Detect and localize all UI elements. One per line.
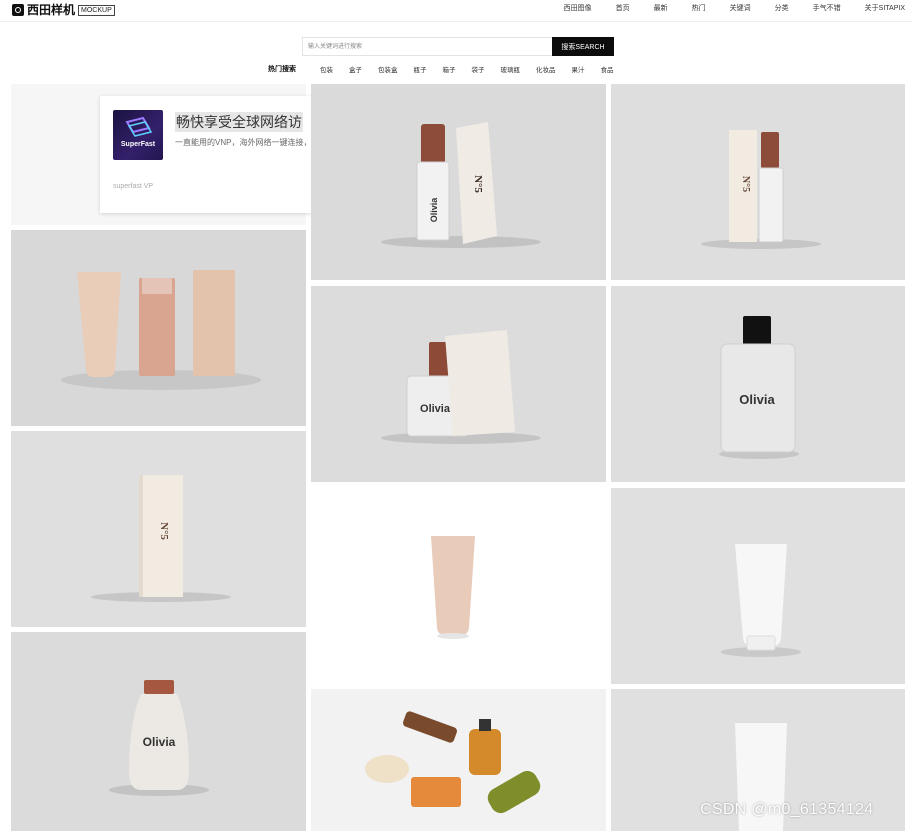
olivia-label: Olivia [143,735,176,749]
ad-source: superfast VP [113,183,154,190]
hot-tag-juice[interactable]: 果汁 [572,64,585,74]
tube-bottle-box-image [11,230,306,426]
nav-item-sitapix-images[interactable]: 西田图像 [564,4,592,14]
no5-label: N°5 [740,176,751,192]
ad-title: 畅快享受全球网络访 [175,112,303,132]
hot-tag-packaging[interactable]: 包装 [320,64,333,74]
mockup-tile-olivia-bottle[interactable]: Olivia [11,632,306,831]
nav-item-lucky[interactable]: 手气不错 [813,4,841,14]
hot-search: 热门搜索 包装 盒子 包装盒 瓶子 箱子 袋子 玻璃瓶 化妆品 果汁 食品 [268,64,630,74]
ad-description: 一直能用的VNP，海外网络一键连接， [175,138,312,147]
olivia-bottle-image: Olivia [11,632,306,831]
no5-label: N°5 [472,175,484,193]
nav-item-latest[interactable]: 最新 [654,4,668,14]
superfast-logo-icon [125,116,153,137]
search-input[interactable] [302,37,552,56]
top-bar: 西田样机 MOCKUP 西田图像 首页 最新 热门 关键词 分类 手气不错 关于… [0,0,912,22]
hot-tag-cosmetics[interactable]: 化妆品 [536,64,556,74]
nav-item-categories[interactable]: 分类 [775,4,789,14]
hot-tag-case[interactable]: 箱子 [443,64,456,74]
tube-white-image [311,488,606,684]
olivia-label: Olivia [739,392,775,407]
ad-tile: SuperFast 畅快享受全球网络访 一直能用的VNP，海外网络一键连接， s… [11,84,320,225]
no5-label: N°5 [158,522,170,540]
perfume-and-box-image: Olivia N°5 [311,84,606,280]
hot-search-label: 热门搜索 [268,66,296,73]
no5-box-image: N°5 [11,431,306,627]
site-logo[interactable]: 西田样机 MOCKUP [12,3,115,17]
perfume-flat-image: Olivia [311,286,606,482]
superfast-logo: SuperFast [113,110,163,160]
search-button[interactable]: 搜索SEARCH [552,37,614,56]
nav-item-popular[interactable]: 热门 [692,4,706,14]
mockup-tile-tube-white[interactable] [311,488,606,684]
olivia-glass-image: Olivia [611,286,905,482]
mockup-tile-perfume-box-right[interactable]: N°5 [611,84,905,280]
nav-item-home[interactable]: 首页 [616,4,630,14]
mockup-tile-white-tube-upright[interactable] [611,488,905,684]
hot-tag-box[interactable]: 盒子 [349,64,362,74]
main-nav: 西田图像 首页 最新 热门 关键词 分类 手气不错 关于SITAPIX [540,4,905,14]
hot-tag-food[interactable]: 食品 [601,64,614,74]
mockup-tile-perfume-flat[interactable]: Olivia [311,286,606,482]
hot-tag-bag[interactable]: 袋子 [472,64,485,74]
mockup-tile-tube-bottle-box[interactable] [11,230,306,426]
hot-tag-package-box[interactable]: 包装盒 [378,64,398,74]
mockup-tile-cosmetics-set[interactable] [311,689,606,831]
logo-text: 西田样机 [27,3,76,17]
cosmetics-set-image [311,689,606,831]
hot-tag-glass-bottle[interactable]: 玻璃瓶 [501,64,521,74]
nav-item-keywords[interactable]: 关键词 [730,4,751,14]
mockup-tile-no5-box[interactable]: N°5 [11,431,306,627]
olivia-label: Olivia [420,403,451,415]
logo-icon [12,4,24,16]
perfume-box-right-image: N°5 [611,84,905,280]
page: 西田样机 MOCKUP 西田图像 首页 最新 热门 关键词 分类 手气不错 关于… [0,0,912,831]
mockup-tile-olivia-glass[interactable]: Olivia [611,286,905,482]
superfast-logo-text: SuperFast [120,141,156,148]
logo-badge: MOCKUP [78,4,115,16]
csdn-watermark: CSDN @m0_61354124 [700,801,874,818]
olivia-label: Olivia [429,197,439,223]
hot-tag-bottle[interactable]: 瓶子 [414,64,427,74]
ad-card[interactable]: SuperFast 畅快享受全球网络访 一直能用的VNP，海外网络一键连接， s… [100,96,320,213]
white-tube-upright-image [611,488,905,684]
nav-item-about[interactable]: 关于SITAPIX [865,4,905,14]
search-bar: 搜索SEARCH [302,37,614,56]
mockup-tile-perfume-and-box[interactable]: Olivia N°5 [311,84,606,280]
